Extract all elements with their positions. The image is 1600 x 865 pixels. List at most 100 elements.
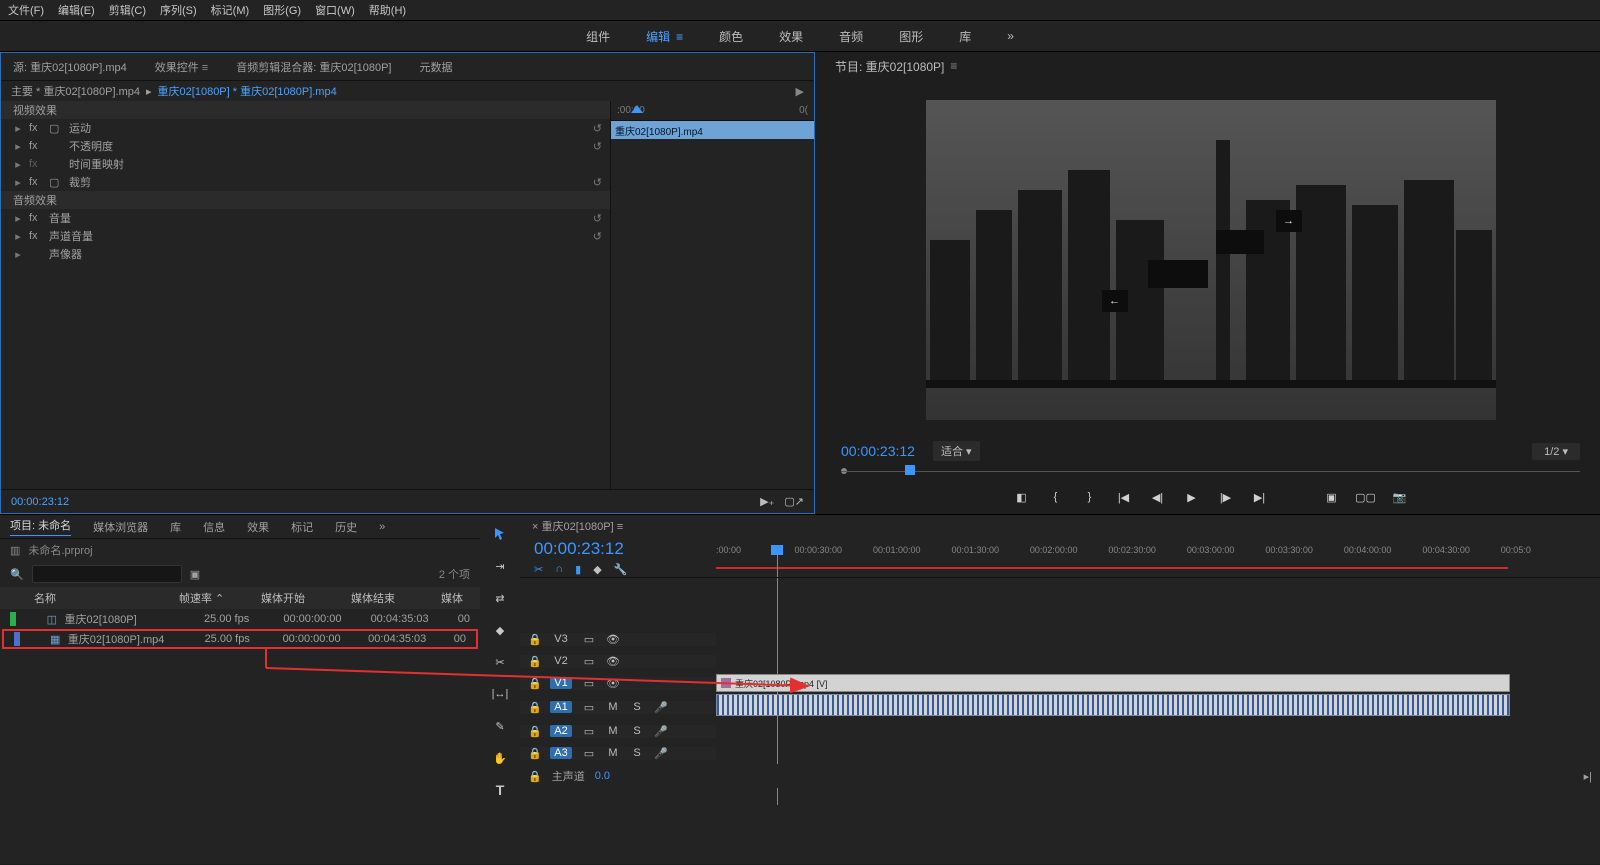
effect-time-remap[interactable]: ▸fx时间重映射 (1, 155, 610, 173)
program-tab-label[interactable]: 节目: 重庆02[1080P] (835, 58, 944, 75)
tab-audio-mixer[interactable]: 音频剪辑混合器: 重庆02[1080P] (236, 59, 391, 75)
type-tool-icon[interactable]: T (491, 781, 509, 799)
reset-icon[interactable]: ↺ (593, 230, 602, 243)
voice-over-icon[interactable]: 🎤 (654, 725, 668, 738)
tab-source[interactable]: 源: 重庆02[1080P].mp4 (13, 59, 127, 75)
workspace-color[interactable]: 颜色 (719, 28, 743, 45)
play-icon[interactable]: ▶ (1184, 489, 1200, 505)
voice-over-icon[interactable]: 🎤 (654, 701, 668, 714)
lift-icon[interactable]: ▣ (1324, 489, 1340, 505)
mini-play-icon[interactable]: ▶ (796, 85, 804, 98)
fit-dropdown[interactable]: 适合 ▾ (933, 441, 980, 461)
wrench-icon[interactable]: ▶₊ (760, 495, 774, 508)
effect-motion[interactable]: ▸fx▢运动↺ (1, 119, 610, 137)
lock-icon[interactable]: 🔒 (528, 747, 540, 760)
menu-file[interactable]: 文件(F) (8, 2, 44, 18)
effect-volume[interactable]: ▸fx音量↺ (1, 209, 610, 227)
effect-crop[interactable]: ▸fx▢裁剪↺ (1, 173, 610, 191)
toggle-output-icon[interactable]: ▭ (582, 725, 596, 738)
tab-project[interactable]: 项目: 未命名 (10, 517, 71, 536)
resolution-dropdown[interactable]: 1/2 ▾ (1532, 443, 1580, 460)
mute-toggle[interactable]: M (606, 725, 620, 737)
workspace-graphics[interactable]: 图形 (899, 28, 923, 45)
master-value[interactable]: 0.0 (595, 770, 610, 782)
track-v3[interactable]: 🔒V3▭👁 (520, 628, 1600, 650)
add-marker-icon[interactable]: { (1048, 489, 1064, 505)
project-item-clip[interactable]: ▦ 重庆02[1080P].mp4 25.00 fps 00:00:00:00 … (2, 629, 478, 649)
search-input[interactable] (32, 565, 182, 583)
reset-icon[interactable]: ↺ (593, 212, 602, 225)
step-back-icon[interactable]: ◀| (1150, 489, 1166, 505)
menu-sequence[interactable]: 序列(S) (160, 2, 197, 18)
menu-graphic[interactable]: 图形(G) (263, 2, 301, 18)
tab-metadata[interactable]: 元数据 (420, 59, 453, 75)
col-media-dur[interactable]: 媒体 (441, 590, 463, 606)
settings-icon[interactable]: ◆ (593, 563, 601, 576)
solo-toggle[interactable]: S (630, 701, 644, 713)
toggle-output-icon[interactable]: ▭ (582, 633, 596, 646)
project-item-sequence[interactable]: ◫ 重庆02[1080P] 25.00 fps 00:00:00:00 00:0… (0, 609, 480, 629)
step-forward-icon[interactable]: |▶ (1218, 489, 1234, 505)
workspace-more[interactable]: » (1007, 29, 1014, 43)
go-to-in-icon[interactable]: |◀ (1116, 489, 1132, 505)
timeline-tab[interactable]: × 重庆02[1080P] ≡ (532, 518, 623, 534)
track-v1[interactable]: 🔒V1▭👁 重庆02[1080P].mp4 [V] (520, 672, 1600, 694)
mute-toggle[interactable]: M (606, 747, 620, 759)
menu-window[interactable]: 窗口(W) (315, 2, 355, 18)
track-master[interactable]: 🔒 主声道 0.0 ▸| (520, 764, 1600, 788)
collapse-icon[interactable]: ▸| (1584, 770, 1592, 783)
solo-toggle[interactable]: S (630, 747, 644, 759)
toggle-output-icon[interactable]: ▭ (582, 677, 596, 690)
lock-icon[interactable]: 🔒 (528, 770, 542, 783)
timeline-ruler[interactable]: :00:00 00:00:30:00 00:01:00:00 00:01:30:… (716, 545, 1588, 569)
workspace-effects[interactable]: 效果 (779, 28, 803, 45)
workspace-editing[interactable]: 编辑 (646, 28, 683, 45)
col-framerate[interactable]: 帧速率 ⌃ (179, 590, 257, 606)
eye-icon[interactable]: 👁 (606, 677, 620, 690)
linked-selection-icon[interactable]: ∩ (555, 563, 563, 576)
video-clip[interactable]: 重庆02[1080P].mp4 [V] (716, 674, 1510, 692)
mark-in-icon[interactable]: ◧ (1014, 489, 1030, 505)
snap-icon[interactable]: ✂ (534, 563, 543, 576)
tab-markers[interactable]: 标记 (291, 519, 313, 535)
program-playhead[interactable] (905, 465, 915, 475)
effect-channel-volume[interactable]: ▸fx声道音量↺ (1, 227, 610, 245)
tab-effect-controls[interactable]: 效果控件 (155, 59, 208, 75)
reset-icon[interactable]: ↺ (593, 176, 602, 189)
solo-toggle[interactable]: S (630, 725, 644, 737)
col-media-start[interactable]: 媒体开始 (261, 590, 347, 606)
razor-tool-icon[interactable]: ✂ (491, 653, 509, 671)
menu-clip[interactable]: 剪辑(C) (109, 2, 146, 18)
hand-tool-icon[interactable]: ✋ (491, 749, 509, 767)
source-timecode[interactable]: 00:00:23:12 (11, 496, 69, 508)
mini-clip[interactable]: 重庆02[1080P].mp4 (611, 121, 814, 139)
toggle-output-icon[interactable]: ▭ (582, 747, 596, 760)
col-name[interactable]: 名称 (10, 590, 175, 606)
eye-icon[interactable]: 👁 (606, 655, 620, 668)
menu-help[interactable]: 帮助(H) (369, 2, 406, 18)
workspace-audio[interactable]: 音频 (839, 28, 863, 45)
track-a2[interactable]: 🔒A2▭MS🎤 (520, 720, 1600, 742)
lock-icon[interactable]: 🔒 (528, 677, 540, 690)
selection-tool-icon[interactable] (491, 525, 509, 543)
track-select-tool-icon[interactable]: ⇥ (491, 557, 509, 575)
menu-marker[interactable]: 标记(M) (211, 2, 250, 18)
extract-icon[interactable]: ▢▢ (1358, 489, 1374, 505)
tab-libraries[interactable]: 库 (170, 519, 181, 535)
program-screen[interactable]: → ← (926, 100, 1496, 420)
tab-info[interactable]: 信息 (203, 519, 225, 535)
tab-history[interactable]: 历史 (335, 519, 357, 535)
reset-icon[interactable]: ↺ (593, 122, 602, 135)
track-v2[interactable]: 🔒V2▭👁 (520, 650, 1600, 672)
toggle-output-icon[interactable]: ▭ (582, 655, 596, 668)
lock-icon[interactable]: 🔒 (528, 725, 540, 738)
voice-over-icon[interactable]: 🎤 (654, 747, 668, 760)
menu-edit[interactable]: 编辑(E) (58, 2, 95, 18)
track-a3[interactable]: 🔒A3▭MS🎤 (520, 742, 1600, 764)
program-timecode[interactable]: 00:00:23:12 (841, 443, 915, 459)
marker-icon[interactable]: ▮ (575, 563, 581, 576)
workspace-libraries[interactable]: 库 (959, 28, 971, 45)
effect-panner[interactable]: ▸声像器 (1, 245, 610, 263)
add-marker-out-icon[interactable]: } (1082, 489, 1098, 505)
program-ruler[interactable] (829, 462, 1592, 480)
